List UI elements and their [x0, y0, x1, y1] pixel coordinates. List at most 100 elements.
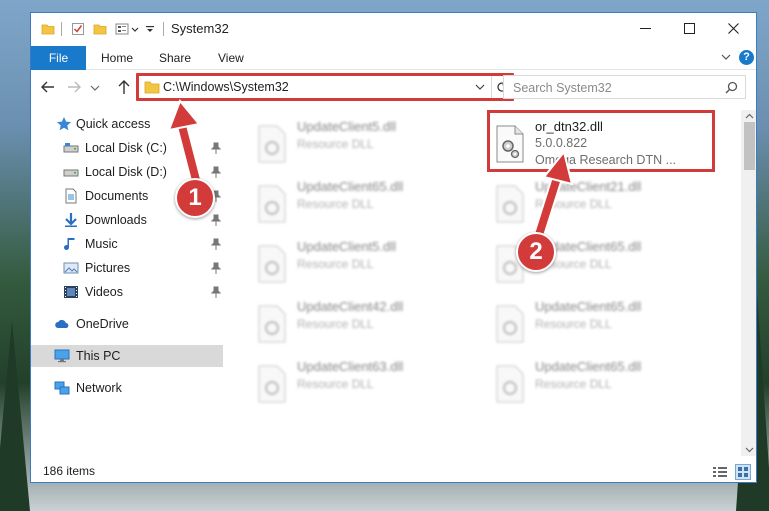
file-name: UpdateClient5.dll — [297, 239, 397, 254]
file-type: Resource DLL — [297, 377, 374, 391]
recent-locations-icon[interactable] — [89, 78, 101, 96]
file-name: UpdateClient5.dll — [297, 119, 397, 134]
dll-file-icon — [496, 305, 524, 343]
network-icon — [54, 381, 70, 395]
close-button[interactable] — [711, 13, 755, 43]
title-bar: System32 — [31, 13, 756, 46]
nav-item-label: Quick access — [76, 117, 151, 131]
nav-item-label: Videos — [85, 285, 123, 299]
music-icon — [64, 238, 75, 250]
file-name: UpdateClient21.dll — [535, 179, 642, 194]
help-button[interactable]: ? — [739, 50, 754, 65]
item-count: 186 items — [43, 464, 96, 478]
list-item[interactable]: UpdateClient42.dll Resource DLL — [247, 296, 479, 352]
file-name: UpdateClient65.dll — [297, 179, 404, 194]
dll-file-icon — [258, 305, 286, 343]
nav-item-pictures[interactable]: Pictures — [31, 257, 223, 279]
dll-file-icon — [496, 185, 524, 223]
customize-icon[interactable] — [115, 22, 129, 36]
toolbar-divider — [61, 22, 62, 36]
minimize-icon — [639, 27, 651, 29]
vertical-scrollbar[interactable] — [741, 110, 756, 456]
step-2-badge: 2 — [516, 232, 556, 272]
nav-item-onedrive[interactable]: OneDrive — [31, 313, 223, 335]
quick-access-dropdown-icon[interactable] — [145, 22, 155, 36]
nav-item-label: Music — [85, 237, 118, 251]
file-name: UpdateClient42.dll — [297, 299, 404, 314]
file-name: UpdateClient65.dll — [535, 299, 642, 314]
title-divider — [163, 22, 164, 36]
minimize-button[interactable] — [623, 13, 667, 43]
chevron-down-icon[interactable] — [131, 22, 139, 36]
nav-item-this-pc[interactable]: This PC — [31, 345, 223, 367]
window-title: System32 — [171, 21, 229, 36]
list-item[interactable]: UpdateClient5.dll Resource DLL — [247, 116, 479, 172]
address-bar-highlight — [136, 73, 514, 101]
nav-item-local-disk-c[interactable]: Local Disk (C:) — [31, 137, 223, 159]
file-highlight — [487, 110, 715, 172]
close-icon — [727, 22, 739, 34]
pin-icon[interactable] — [211, 286, 221, 298]
file-type: Resource DLL — [297, 257, 374, 271]
list-item[interactable]: UpdateClient65.dll Resource DLL — [485, 356, 717, 412]
list-item[interactable]: UpdateClient21.dll Resource DLL — [485, 176, 717, 232]
search-icon[interactable] — [725, 81, 738, 94]
scroll-down-icon[interactable] — [745, 445, 754, 454]
nav-item-label: This PC — [76, 349, 121, 363]
expand-ribbon-icon[interactable] — [719, 50, 733, 64]
list-item[interactable]: UpdateClient5.dll Resource DLL — [247, 236, 479, 292]
list-item[interactable]: UpdateClient65.dll Resource DLL — [247, 176, 479, 232]
pin-icon[interactable] — [211, 262, 221, 274]
scrollbar-thumb[interactable] — [744, 122, 755, 170]
up-arrow-icon[interactable] — [115, 78, 133, 96]
back-arrow-icon[interactable] — [39, 78, 57, 96]
nav-item-label: Local Disk (C:) — [85, 141, 167, 155]
search-box[interactable]: Search System32 — [503, 75, 746, 99]
picture-icon — [63, 262, 79, 274]
nav-item-network[interactable]: Network — [31, 377, 223, 399]
scroll-up-icon[interactable] — [745, 112, 754, 121]
forward-arrow-icon[interactable] — [65, 78, 83, 96]
video-icon — [64, 286, 78, 298]
address-row: C:\Windows\System32 Search System32 — [31, 70, 756, 104]
properties-check-icon[interactable] — [71, 22, 85, 36]
pin-icon[interactable] — [211, 142, 221, 154]
nav-item-videos[interactable]: Videos — [31, 281, 223, 303]
list-item[interactable]: UpdateClient65.dll Resource DLL — [485, 296, 717, 352]
tiles-view-icon — [738, 467, 748, 477]
dll-file-icon — [258, 245, 286, 283]
list-item[interactable]: UpdateClient63.dll Resource DLL — [247, 356, 479, 412]
search-input[interactable]: Search System32 — [513, 81, 612, 95]
file-type: Resource DLL — [535, 377, 612, 391]
drive-icon — [63, 169, 79, 177]
details-view-icon[interactable] — [712, 466, 728, 478]
tab-home[interactable]: Home — [101, 51, 133, 65]
ribbon-tabs: File Home Share View ? — [31, 46, 756, 70]
computer-icon — [54, 349, 70, 363]
dll-file-icon — [258, 185, 286, 223]
file-name: UpdateClient63.dll — [297, 359, 404, 374]
nav-item-quick-access[interactable]: Quick access — [31, 113, 223, 135]
file-type: Resource DLL — [535, 197, 612, 211]
new-folder-icon[interactable] — [93, 22, 107, 36]
nav-item-music[interactable]: Music — [31, 233, 223, 255]
nav-item-label: OneDrive — [76, 317, 129, 331]
navigation-pane: Quick access Local Disk (C:) Local Disk … — [31, 110, 227, 456]
file-type: Resource DLL — [297, 137, 374, 151]
step-1-badge: 1 — [175, 178, 215, 218]
nav-item-label: Local Disk (D:) — [85, 165, 167, 179]
nav-item-label: Documents — [85, 189, 149, 203]
dll-file-icon — [496, 365, 524, 403]
pin-icon[interactable] — [211, 166, 221, 178]
download-icon — [65, 213, 77, 227]
tab-share[interactable]: Share — [159, 51, 191, 65]
maximize-button[interactable] — [667, 13, 711, 43]
pin-icon[interactable] — [211, 214, 221, 226]
dll-file-icon — [258, 365, 286, 403]
tab-view[interactable]: View — [218, 51, 244, 65]
tab-file[interactable]: File — [31, 46, 86, 70]
file-type: Resource DLL — [297, 317, 374, 331]
pin-icon[interactable] — [211, 238, 221, 250]
large-icons-view-button[interactable] — [735, 464, 751, 480]
drive-icon — [63, 143, 79, 153]
